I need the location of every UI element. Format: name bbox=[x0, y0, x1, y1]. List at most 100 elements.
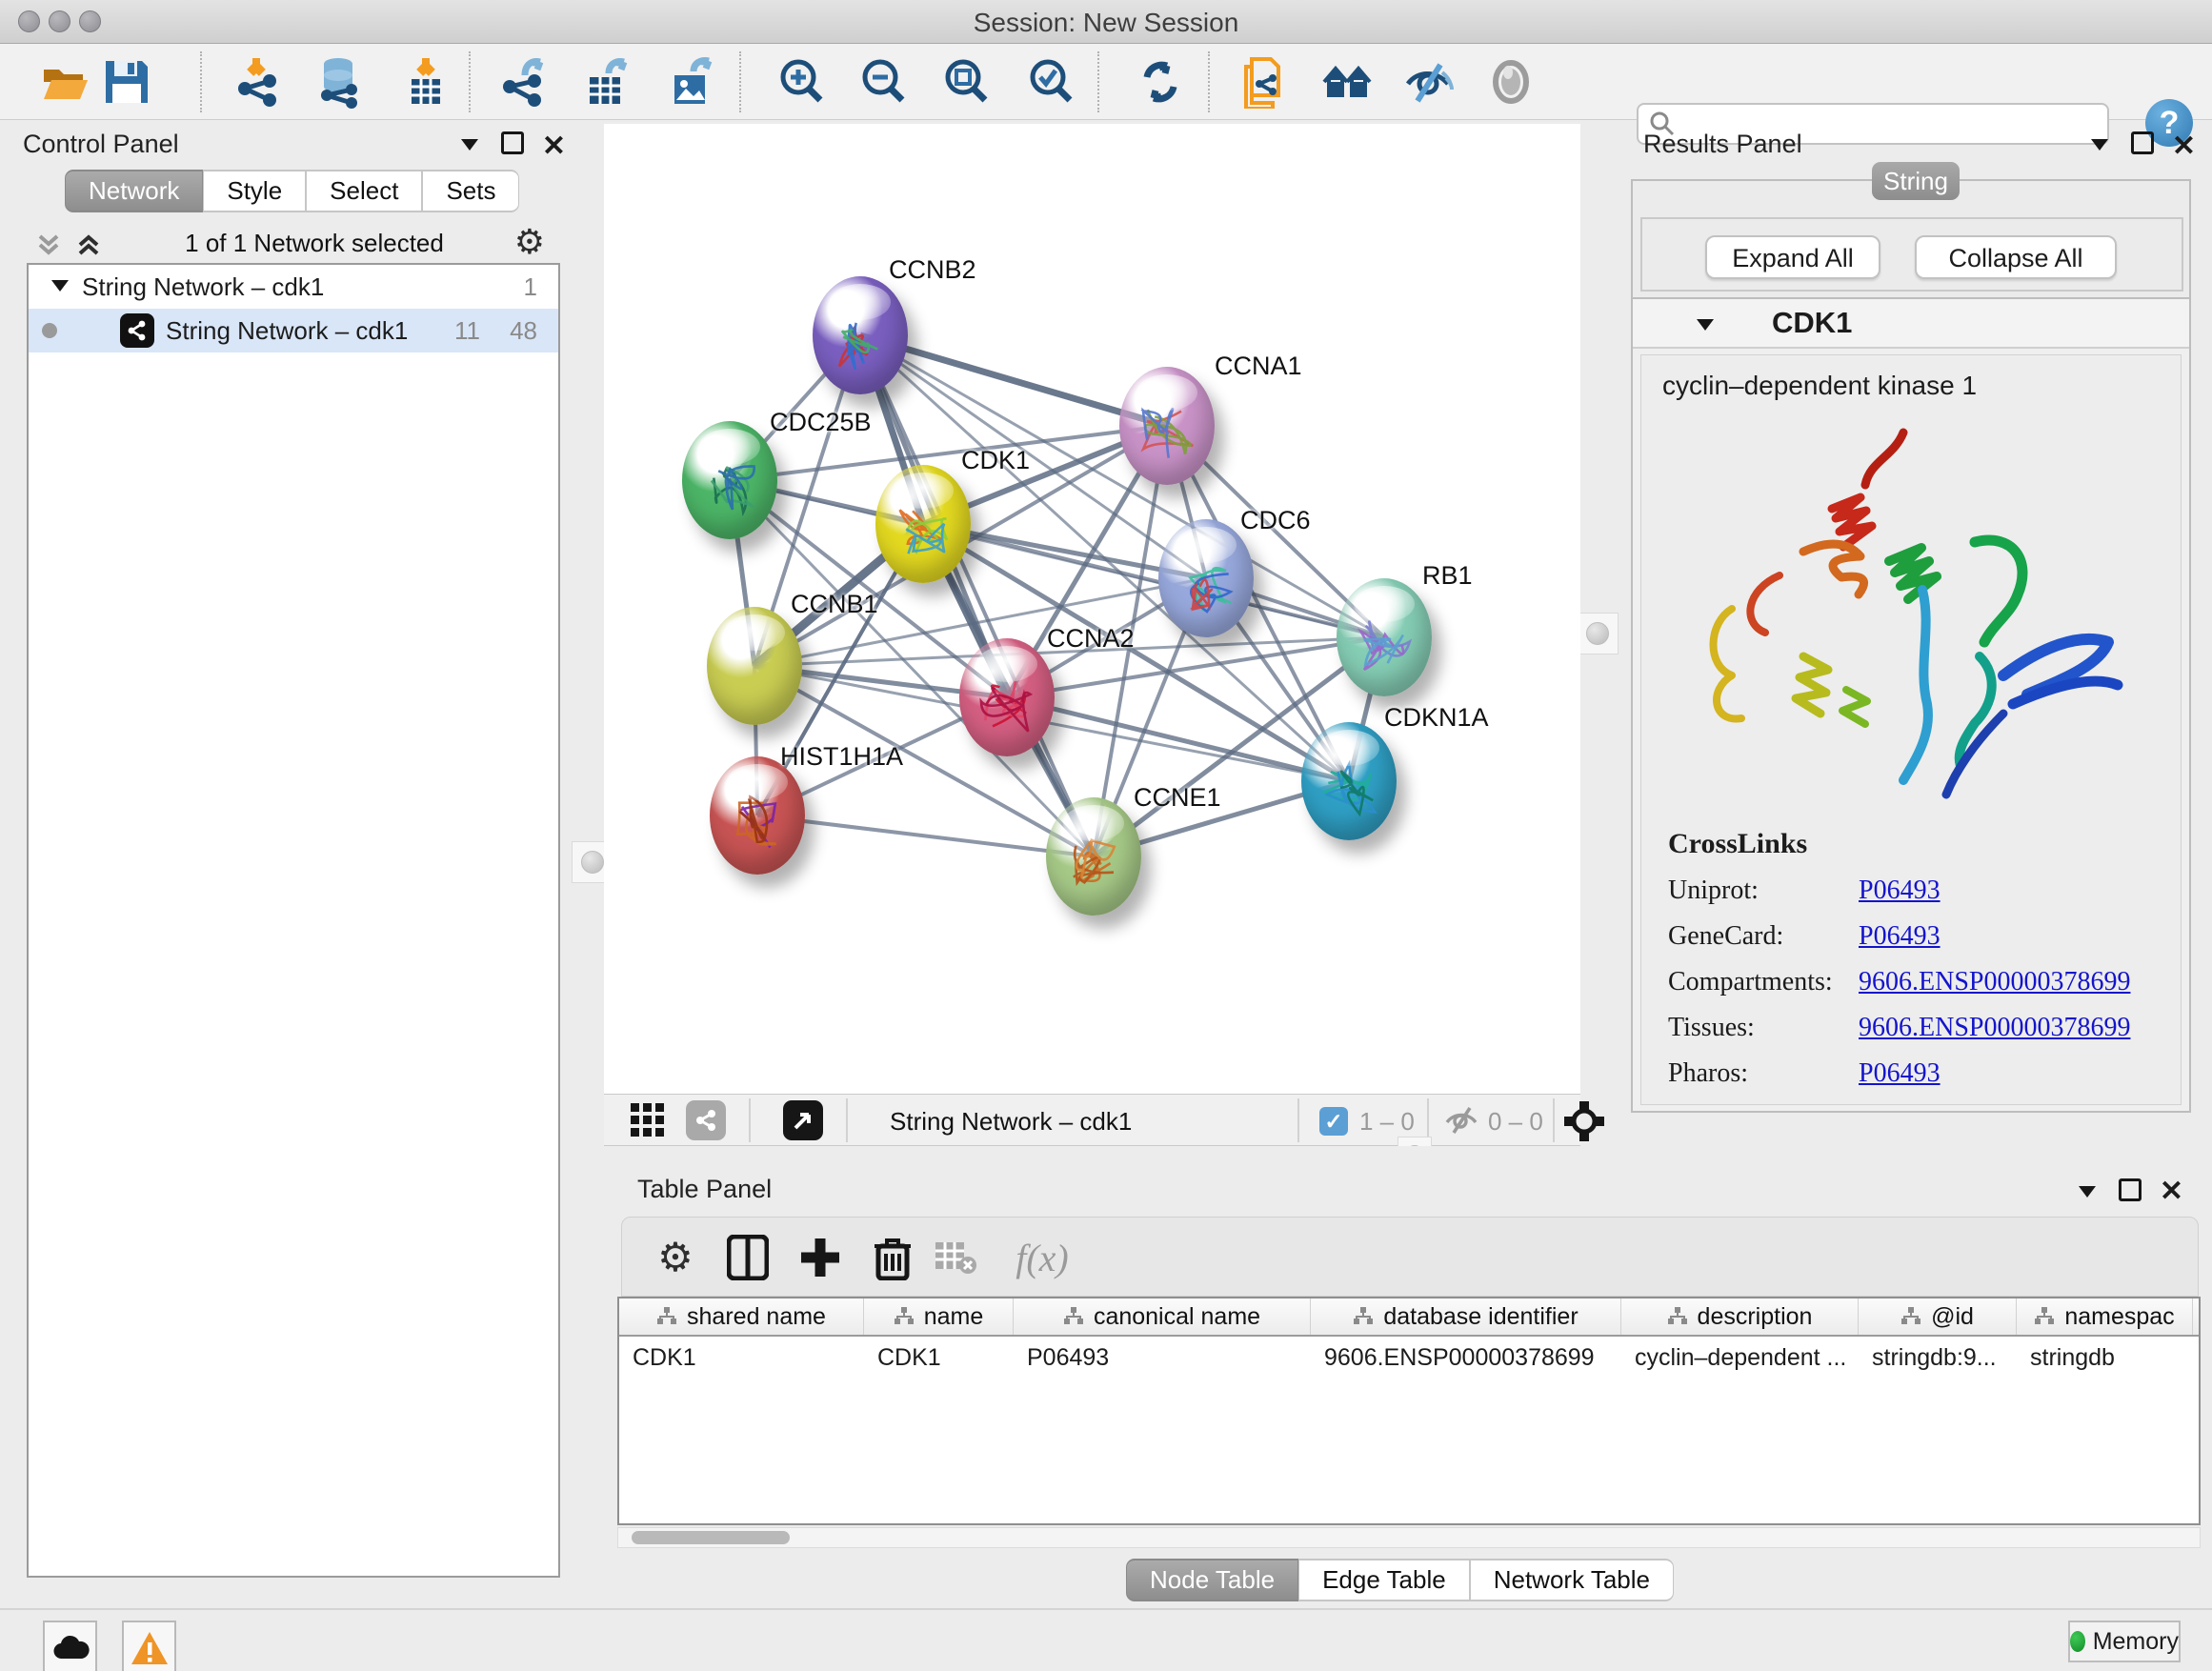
import-network-database-button[interactable] bbox=[312, 55, 365, 109]
tab-style[interactable]: Style bbox=[203, 170, 306, 212]
zoom-fit-button[interactable] bbox=[939, 55, 993, 109]
edge-hist1h1a-ccne1[interactable] bbox=[757, 815, 1094, 856]
table-cell[interactable]: 9606.ENSP00000378699 bbox=[1311, 1337, 1621, 1379]
string-view-icon[interactable] bbox=[686, 1100, 726, 1140]
warnings-button[interactable] bbox=[122, 1621, 176, 1671]
close-panel-icon[interactable]: ✕ bbox=[542, 130, 566, 163]
zoom-in-button[interactable] bbox=[774, 55, 828, 109]
collapse-panel-icon[interactable] bbox=[457, 131, 482, 161]
column-header-canonical-name[interactable]: canonical name bbox=[1014, 1299, 1311, 1335]
clone-network-button[interactable] bbox=[1237, 55, 1290, 109]
network-node-CCNB2[interactable] bbox=[813, 276, 908, 394]
table-horizontal-scrollbar[interactable] bbox=[617, 1527, 2201, 1548]
table-cell[interactable]: stringdb bbox=[2017, 1337, 2193, 1379]
close-panel-icon[interactable]: ✕ bbox=[2172, 130, 2196, 163]
tab-node-table[interactable]: Node Table bbox=[1126, 1559, 1298, 1601]
column-header-shared-name[interactable]: shared name bbox=[619, 1299, 864, 1335]
import-table-button[interactable] bbox=[399, 55, 452, 109]
memory-button[interactable]: Memory bbox=[2068, 1621, 2181, 1662]
network-options-gear-icon[interactable]: ⚙ bbox=[514, 225, 545, 259]
edge-ccnb2-ccne1[interactable] bbox=[860, 335, 1094, 856]
export-network-button[interactable] bbox=[497, 55, 551, 109]
close-panel-icon[interactable]: ✕ bbox=[2160, 1175, 2183, 1208]
crosslink-link[interactable]: P06493 bbox=[1859, 876, 1941, 906]
cloud-button[interactable] bbox=[43, 1621, 97, 1671]
float-panel-icon[interactable] bbox=[2119, 1178, 2142, 1201]
network-node-CCNA2[interactable] bbox=[959, 638, 1055, 756]
delete-column-trash-icon[interactable] bbox=[866, 1231, 919, 1284]
grid-view-icon[interactable] bbox=[631, 1103, 665, 1142]
open-session-button[interactable] bbox=[38, 55, 91, 109]
table-cell[interactable]: cyclin–dependent ... bbox=[1621, 1337, 1859, 1379]
right-splitter[interactable] bbox=[1580, 120, 1619, 1146]
column-header-name[interactable]: name bbox=[864, 1299, 1014, 1335]
table-settings-gear-icon[interactable]: ⚙ bbox=[649, 1231, 702, 1284]
zoom-out-button[interactable] bbox=[856, 55, 910, 109]
crosslink-row: Pharos:P06493 bbox=[1668, 1058, 2163, 1089]
control-panel: Control Panel ✕ NetworkStyleSelectSets 1… bbox=[0, 120, 581, 1608]
hidden-items-eye-slash-icon[interactable] bbox=[1444, 1105, 1478, 1140]
table-cell[interactable]: CDK1 bbox=[864, 1337, 1014, 1379]
show-columns-icon[interactable] bbox=[721, 1231, 774, 1284]
network-node-CDC6[interactable] bbox=[1158, 519, 1254, 637]
tab-network[interactable]: Network bbox=[65, 170, 203, 212]
refresh-network-button[interactable] bbox=[1134, 55, 1187, 109]
collapse-all-networks-icon[interactable] bbox=[34, 231, 63, 264]
column-header-label: name bbox=[924, 1303, 984, 1331]
right-splitter-handle[interactable] bbox=[1577, 613, 1619, 654]
collapse-panel-icon[interactable] bbox=[2075, 1178, 2100, 1208]
column-header-@id[interactable]: @id bbox=[1859, 1299, 2017, 1335]
float-panel-icon[interactable] bbox=[501, 131, 524, 154]
collapse-all-button[interactable]: Collapse All bbox=[1915, 235, 2117, 279]
hide-details-button[interactable] bbox=[1402, 55, 1456, 109]
table-cell[interactable]: P06493 bbox=[1014, 1337, 1311, 1379]
tab-sets[interactable]: Sets bbox=[422, 170, 519, 212]
tab-edge-table[interactable]: Edge Table bbox=[1298, 1559, 1470, 1601]
scrollbar-thumb[interactable] bbox=[632, 1531, 790, 1544]
network-node-CDK1[interactable] bbox=[875, 465, 971, 583]
table-cell[interactable]: CDK1 bbox=[619, 1337, 864, 1379]
column-header-namespac[interactable]: namespac bbox=[2017, 1299, 2193, 1335]
column-header-database-identifier[interactable]: database identifier bbox=[1311, 1299, 1621, 1335]
column-header-description[interactable]: description bbox=[1621, 1299, 1859, 1335]
import-network-file-button[interactable] bbox=[232, 55, 286, 109]
tab-network-table[interactable]: Network Table bbox=[1470, 1559, 1674, 1601]
collapse-panel-icon[interactable] bbox=[2087, 131, 2112, 161]
export-table-button[interactable] bbox=[579, 55, 633, 109]
network-node-CDKN1A[interactable] bbox=[1301, 722, 1397, 840]
crosslink-link[interactable]: P06493 bbox=[1859, 1058, 1941, 1089]
network-node-CCNB1[interactable] bbox=[707, 607, 802, 725]
table-cell[interactable]: stringdb:9... bbox=[1859, 1337, 2017, 1379]
crosslink-link[interactable]: P06493 bbox=[1859, 921, 1941, 952]
open-full-view-icon[interactable] bbox=[783, 1100, 823, 1140]
crosslink-link[interactable]: 9606.ENSP00000378699 bbox=[1859, 967, 2130, 997]
tab-string[interactable]: String bbox=[1872, 162, 1960, 200]
network-collection-row[interactable]: String Network – cdk1 1 bbox=[29, 265, 558, 309]
tree-expand-icon[interactable] bbox=[50, 272, 70, 302]
float-panel-icon[interactable] bbox=[2131, 131, 2154, 154]
save-session-button[interactable] bbox=[100, 55, 153, 109]
network-view[interactable]: CCNB2CCNA1CDC25BCDK1CDC6RB1CCNB1CCNA2CDK… bbox=[604, 124, 1580, 1094]
network-node-HIST1H1A[interactable] bbox=[710, 756, 805, 875]
gene-section-header[interactable]: CDK1 bbox=[1633, 299, 2189, 349]
memory-status-dot bbox=[2070, 1631, 2085, 1652]
zoom-out-icon bbox=[857, 56, 909, 108]
network-node-CCNE1[interactable] bbox=[1046, 797, 1141, 916]
selected-nodes-checkbox-icon[interactable]: ✓ bbox=[1319, 1107, 1348, 1136]
section-collapse-icon[interactable] bbox=[1694, 312, 1717, 340]
network-node-RB1[interactable] bbox=[1337, 578, 1432, 696]
table-row[interactable]: CDK1CDK1P064939606.ENSP00000378699cyclin… bbox=[619, 1337, 2199, 1379]
expand-all-button[interactable]: Expand All bbox=[1705, 235, 1880, 279]
network-node-CDC25B[interactable] bbox=[682, 421, 777, 539]
expand-all-networks-icon[interactable] bbox=[74, 231, 103, 264]
network-row[interactable]: String Network – cdk1 11 48 bbox=[29, 309, 558, 352]
home-networks-button[interactable] bbox=[1320, 55, 1374, 109]
network-node-CCNA1[interactable] bbox=[1119, 367, 1215, 485]
zoom-selected-button[interactable] bbox=[1024, 55, 1077, 109]
tab-select[interactable]: Select bbox=[306, 170, 422, 212]
export-image-button[interactable] bbox=[664, 55, 717, 109]
birdseye-view-icon[interactable] bbox=[1564, 1101, 1604, 1146]
show-details-button[interactable] bbox=[1484, 55, 1538, 109]
crosslink-link[interactable]: 9606.ENSP00000378699 bbox=[1859, 1013, 2130, 1043]
create-column-icon[interactable] bbox=[794, 1231, 847, 1284]
